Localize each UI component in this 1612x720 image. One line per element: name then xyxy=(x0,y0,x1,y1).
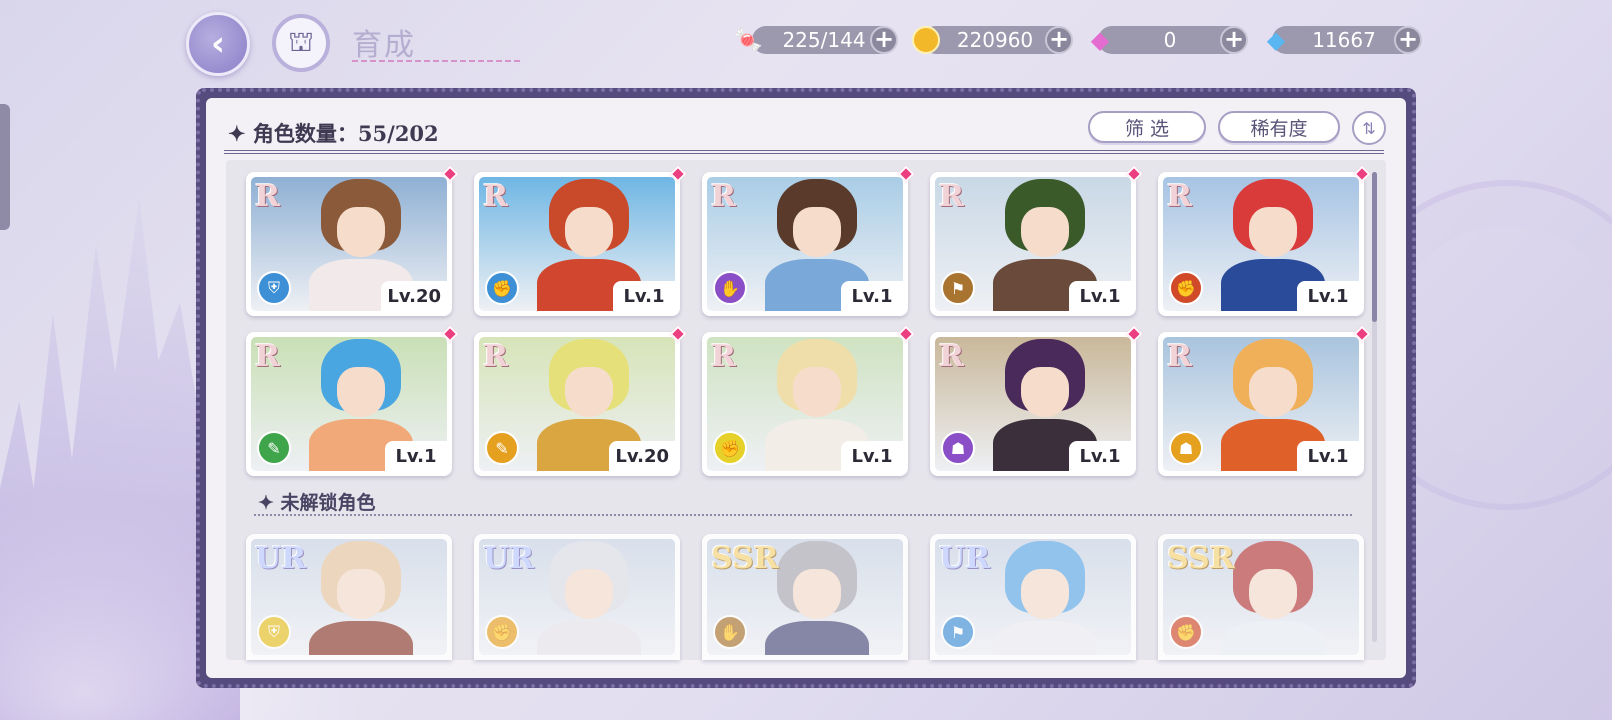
sort-order-button[interactable]: ⇅ xyxy=(1352,111,1386,145)
level-label: Lv.1 xyxy=(613,281,675,311)
level-label: Lv.20 xyxy=(609,441,675,471)
attribute-icon: ✊ xyxy=(1169,615,1203,649)
character-portrait: SSR ✋ xyxy=(707,539,903,655)
rarity-badge: R xyxy=(255,339,280,374)
attribute-icon: ☗ xyxy=(1169,431,1203,465)
character-portrait: UR ✊ xyxy=(479,539,675,655)
level-label: Lv.1 xyxy=(1069,281,1131,311)
pink-diamond-icon: ◆ xyxy=(1090,26,1110,54)
rarity-badge: SSR xyxy=(711,541,779,576)
rarity-badge: R xyxy=(483,179,508,214)
candy-icon: 🍬 xyxy=(733,26,763,54)
attribute-icon: ✊ xyxy=(713,431,747,465)
side-drawer-tab[interactable] xyxy=(0,104,10,230)
attribute-icon: ✋ xyxy=(713,271,747,305)
page-title: 育成 xyxy=(352,28,416,63)
character-card[interactable]: R ☗ Lv.1 xyxy=(1158,325,1371,476)
title-decoration xyxy=(352,60,522,62)
add-coins-button[interactable]: + xyxy=(1045,26,1073,54)
locked-character-card[interactable]: UR ⚑ xyxy=(930,534,1136,660)
level-label: Lv.20 xyxy=(381,281,447,311)
attribute-icon: ✎ xyxy=(485,431,519,465)
home-button[interactable]: ⛫ xyxy=(272,14,330,72)
character-portrait: R ⚑ Lv.1 xyxy=(935,177,1131,311)
rarity-badge: UR xyxy=(255,541,307,576)
attribute-icon: ☗ xyxy=(941,431,975,465)
character-card[interactable]: R ✊ Lv.1 xyxy=(1158,165,1371,316)
rarity-badge: R xyxy=(939,179,964,214)
attribute-icon: ✎ xyxy=(257,431,291,465)
level-label: Lv.1 xyxy=(385,441,447,471)
character-portrait: R ⛨ Lv.20 xyxy=(251,177,447,311)
rarity-badge: R xyxy=(1167,339,1192,374)
character-portrait: R ✊ Lv.1 xyxy=(707,337,903,471)
back-arrow-icon: ‹ xyxy=(210,24,225,64)
level-label: Lv.1 xyxy=(841,281,903,311)
add-stamina-button[interactable]: + xyxy=(870,26,898,54)
character-portrait: UR ⚑ xyxy=(935,539,1131,655)
rarity-badge: SSR xyxy=(1167,541,1235,576)
rarity-badge: R xyxy=(939,339,964,374)
attribute-icon: ✊ xyxy=(1169,271,1203,305)
level-label: Lv.1 xyxy=(841,441,903,471)
locked-character-card[interactable]: SSR ✋ xyxy=(702,534,908,660)
blue-diamond-icon: ◆ xyxy=(1266,26,1286,54)
character-count: ✦ 角色数量：55/202 xyxy=(228,121,439,146)
locked-character-card[interactable]: UR ⛨ xyxy=(246,534,452,660)
sort-order-icon: ⇅ xyxy=(1362,118,1376,138)
character-portrait: R ☗ Lv.1 xyxy=(1163,337,1359,471)
attribute-icon: ⚑ xyxy=(941,271,975,305)
character-portrait: SSR ✊ xyxy=(1163,539,1359,655)
back-button[interactable]: ‹ xyxy=(186,12,250,76)
gold-coin-icon xyxy=(908,22,944,58)
character-portrait: R ☗ Lv.1 xyxy=(935,337,1131,471)
character-card[interactable]: R ✎ Lv.1 xyxy=(246,325,459,476)
attribute-icon: ⚑ xyxy=(941,615,975,649)
character-portrait: R ✊ Lv.1 xyxy=(1163,177,1359,311)
character-portrait: R ✋ Lv.1 xyxy=(707,177,903,311)
filter-button[interactable]: 筛 选 xyxy=(1088,111,1206,143)
character-card[interactable]: R ✎ Lv.20 xyxy=(474,325,687,476)
locked-section-divider xyxy=(254,514,1352,516)
character-card[interactable]: R ✊ Lv.1 xyxy=(474,165,687,316)
attribute-icon: ✊ xyxy=(485,271,519,305)
add-free-gems-button[interactable]: + xyxy=(1394,26,1422,54)
character-portrait: R ✊ Lv.1 xyxy=(479,177,675,311)
rarity-badge: R xyxy=(483,339,508,374)
level-label: Lv.1 xyxy=(1297,281,1359,311)
character-card[interactable]: R ✋ Lv.1 xyxy=(702,165,915,316)
locked-section-title: ✦ 未解锁角色 xyxy=(258,492,376,514)
character-portrait: R ✎ Lv.1 xyxy=(251,337,447,471)
rarity-badge: UR xyxy=(483,541,535,576)
castle-home-icon: ⛫ xyxy=(288,24,314,58)
character-portrait: UR ⛨ xyxy=(251,539,447,655)
scrollbar-thumb[interactable] xyxy=(1372,172,1377,322)
character-card[interactable]: R ✊ Lv.1 xyxy=(702,325,915,476)
character-card[interactable]: R ⚑ Lv.1 xyxy=(930,165,1143,316)
locked-character-card[interactable]: SSR ✊ xyxy=(1158,534,1364,660)
level-label: Lv.1 xyxy=(1069,441,1131,471)
attribute-icon: ⛨ xyxy=(257,615,291,649)
sparkle-icon: ✦ xyxy=(228,121,253,146)
rarity-badge: R xyxy=(255,179,280,214)
sparkle-icon: ✦ xyxy=(258,492,281,514)
locked-character-card[interactable]: UR ✊ xyxy=(474,534,680,660)
attribute-icon: ✋ xyxy=(713,615,747,649)
character-portrait: R ✎ Lv.20 xyxy=(479,337,675,471)
add-paid-gems-button[interactable]: + xyxy=(1220,26,1248,54)
rarity-badge: R xyxy=(1167,179,1192,214)
attribute-icon: ✊ xyxy=(485,615,519,649)
character-card[interactable]: R ☗ Lv.1 xyxy=(930,325,1143,476)
rarity-badge: R xyxy=(711,339,736,374)
level-label: Lv.1 xyxy=(1297,441,1359,471)
rarity-badge: R xyxy=(711,179,736,214)
header-divider xyxy=(224,150,1384,154)
rarity-badge: UR xyxy=(939,541,991,576)
rarity-sort-button[interactable]: 稀有度 xyxy=(1218,111,1340,143)
character-card[interactable]: R ⛨ Lv.20 xyxy=(246,165,459,316)
attribute-icon: ⛨ xyxy=(257,271,291,305)
